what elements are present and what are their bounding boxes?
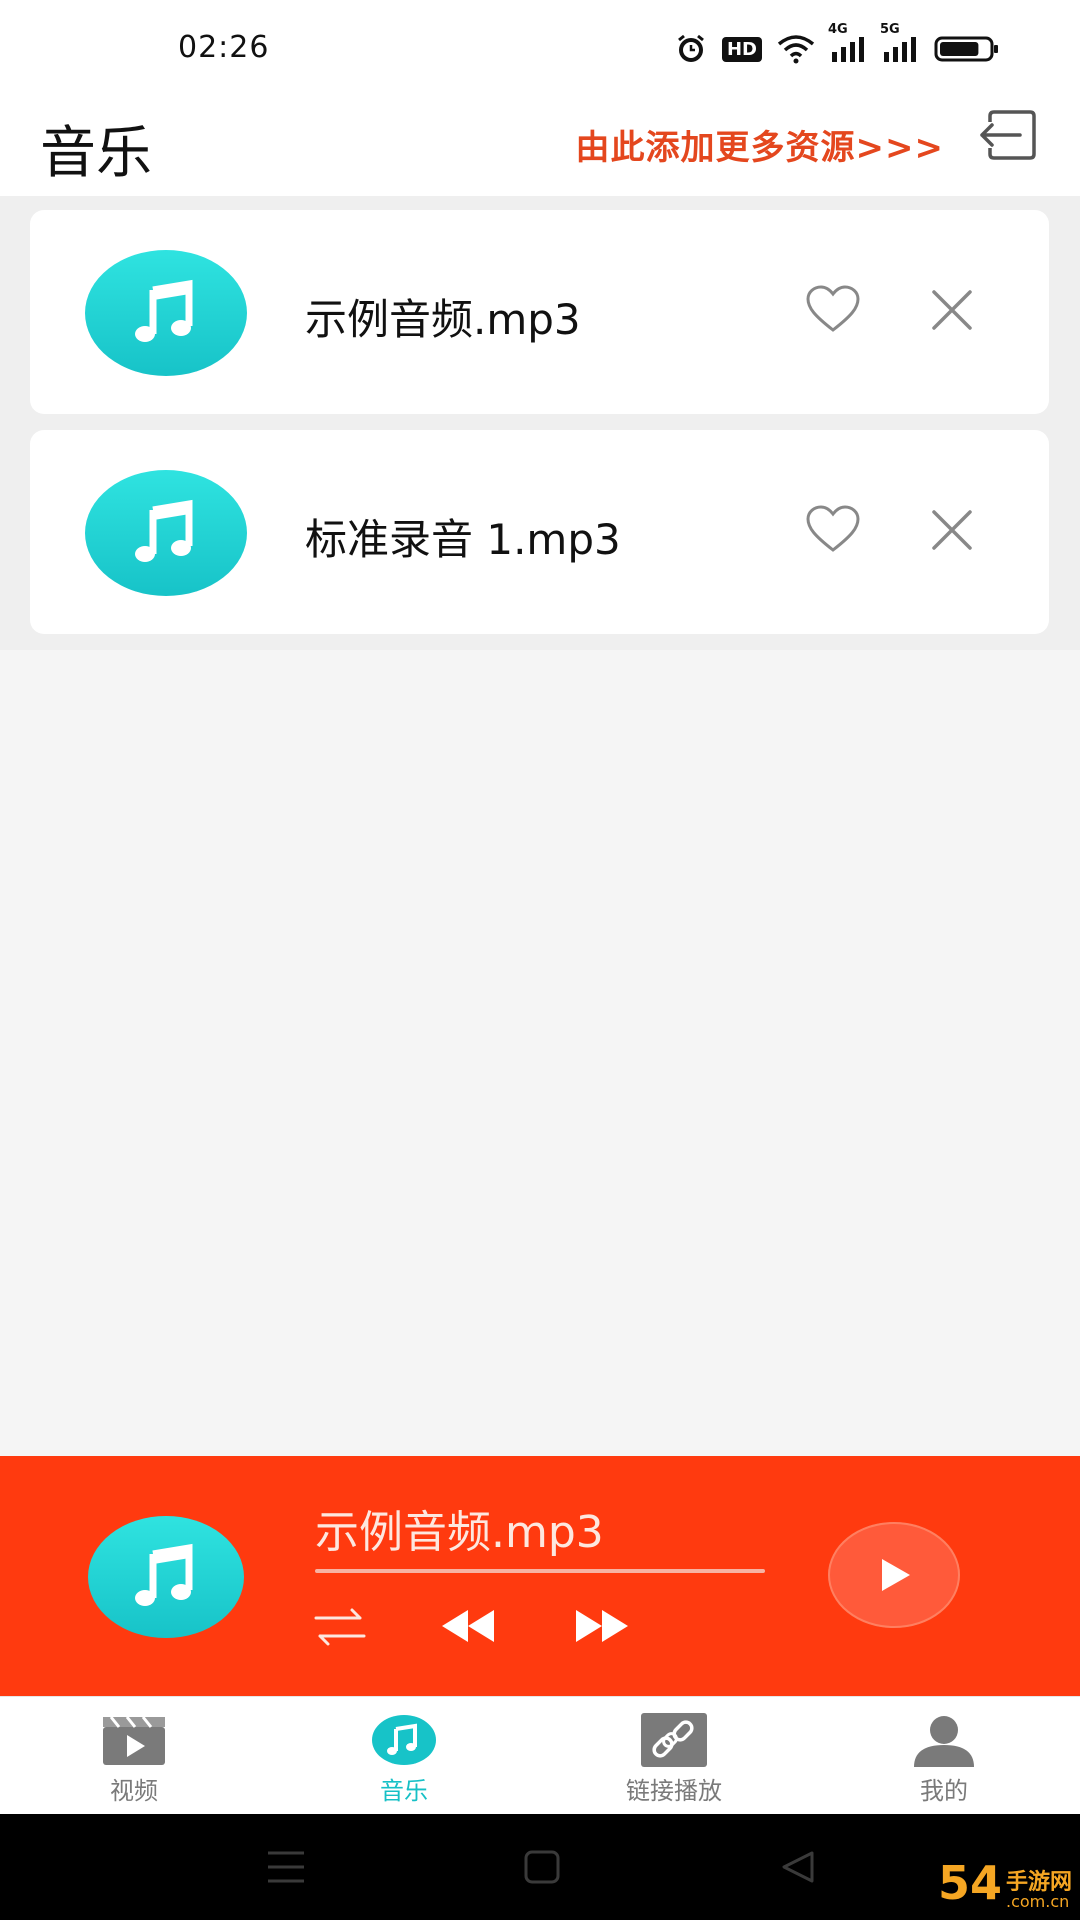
link-icon [641,1713,707,1767]
remove-button[interactable] [930,288,974,332]
mini-player: 示例音频.mp3 [0,1456,1080,1696]
music-note-icon [135,1543,193,1606]
music-note-icon [135,279,193,342]
watermark-logo: 54 [937,1856,1002,1910]
status-bar: 02:26 HD 4G 5G [0,0,1080,90]
nav-label: 视频 [110,1777,158,1805]
nav-item-profile[interactable]: 我的 [844,1713,1044,1806]
track-row[interactable]: 示例音频.mp3 [30,210,1049,414]
track-row[interactable]: 标准录音 1.mp3 [30,430,1049,634]
favorite-button[interactable] [805,284,861,334]
track-cover [85,470,247,596]
watermark-domain: .com.cn [1005,1892,1070,1911]
watermark-site: 手游网 [1005,1870,1072,1895]
progress-bar[interactable] [315,1569,765,1573]
add-resources-link[interactable]: 由此添加更多资源>>> [576,120,944,169]
now-playing-title: 示例音频.mp3 [315,1507,604,1558]
shuffle-button[interactable] [312,1604,368,1650]
close-icon [932,290,972,330]
nav-label: 链接播放 [626,1777,722,1805]
wifi-icon [776,34,816,64]
battery-fill [940,42,979,56]
remove-button[interactable] [930,508,974,552]
back-button[interactable] [780,1850,816,1888]
nav-item-link-play[interactable]: 链接播放 [574,1713,774,1806]
track-cover [85,250,247,376]
nav-item-music[interactable]: 音乐 [304,1713,504,1806]
status-time: 02:26 [178,30,270,65]
track-title: 示例音频.mp3 [305,295,581,344]
page-title: 音乐 [40,121,152,186]
nav-label: 音乐 [380,1777,428,1805]
system-nav-bar: 54 手游网 .com.cn [0,1814,1080,1920]
content-area: 示例音频.mp3 标准录音 1.mp3 [0,196,1080,1456]
signal-4g-icon: 4G [828,22,868,64]
status-icons: HD 4G 5G [674,22,1000,66]
favorite-button[interactable] [805,504,861,554]
shuffle-icon [314,1608,366,1646]
home-square-icon [524,1850,560,1884]
nav-label: 我的 [920,1777,968,1805]
recents-button[interactable] [266,1850,306,1888]
battery-icon [934,34,1000,64]
bottom-nav: 视频 音乐 链接播放 我的 [0,1696,1080,1815]
play-button[interactable] [828,1522,960,1628]
previous-button[interactable] [438,1606,498,1646]
hd-icon: HD [721,36,762,62]
app-header: 音乐 由此添加更多资源>>> [0,90,1080,196]
exit-button[interactable] [976,108,1038,162]
video-clapper-icon [101,1713,167,1767]
fast-forward-icon [576,1610,628,1642]
heart-icon [806,505,860,552]
signal-5g-icon: 5G [880,22,920,64]
rewind-icon [442,1610,494,1642]
music-note-icon [371,1713,437,1767]
back-triangle-icon [782,1851,814,1883]
user-icon [911,1713,977,1767]
nav-item-video[interactable]: 视频 [34,1713,234,1806]
track-title: 标准录音 1.mp3 [305,515,621,564]
watermark: 54 手游网 .com.cn [938,1856,1072,1910]
next-button[interactable] [572,1606,632,1646]
player-cover [88,1516,244,1638]
close-icon [932,510,972,550]
music-note-icon [135,499,193,562]
track-list: 示例音频.mp3 标准录音 1.mp3 [0,196,1080,650]
exit-icon [980,110,1036,160]
alarm-icon [674,32,708,66]
menu-icon [268,1851,304,1883]
play-icon [882,1559,910,1591]
home-button[interactable] [524,1850,560,1888]
heart-icon [806,285,860,332]
